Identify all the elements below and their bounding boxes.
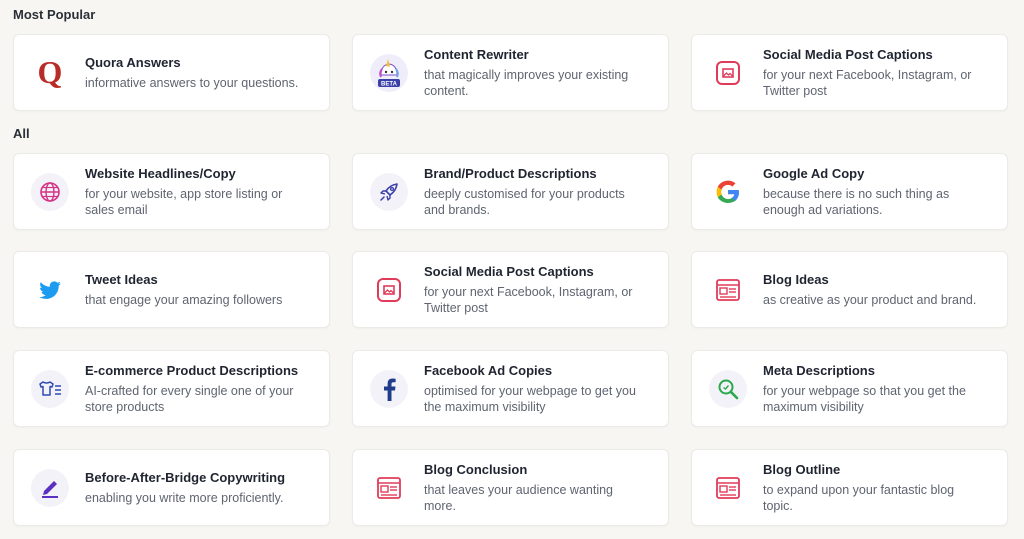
- card-description: for your next Facebook, Instagram, or Tw…: [424, 284, 633, 315]
- card-meta-descriptions[interactable]: Meta Descriptions for your webpage so th…: [691, 350, 1008, 427]
- newspaper-icon: [370, 469, 408, 507]
- card-title: Content Rewriter: [424, 46, 529, 62]
- card-description: for your next Facebook, Instagram, or Tw…: [763, 67, 972, 98]
- card-facebook-ad-copies[interactable]: Facebook Ad Copies optimised for your we…: [352, 350, 669, 427]
- image-frame-icon: [370, 271, 408, 309]
- card-title: Blog Ideas: [763, 271, 829, 287]
- card-description: that magically improves your existing co…: [424, 67, 629, 98]
- card-title: Website Headlines/Copy: [85, 165, 236, 181]
- card-description: that leaves your audience wanting more.: [424, 482, 614, 513]
- card-title: E-commerce Product Descriptions: [85, 362, 299, 378]
- beta-badge: BETA: [381, 81, 398, 87]
- card-content-rewriter[interactable]: BETA Content Rewriter that magically imp…: [352, 34, 669, 111]
- card-title: Google Ad Copy: [763, 165, 865, 181]
- card-description: to expand upon your fantastic blog topic…: [763, 482, 955, 513]
- section-title-all: All: [13, 126, 30, 141]
- card-title: Facebook Ad Copies: [424, 362, 553, 378]
- quora-q-icon: Q: [31, 54, 69, 92]
- facebook-f-icon: [370, 369, 408, 408]
- globe-icon: [31, 172, 69, 211]
- card-title: Social Media Post Captions: [424, 263, 594, 279]
- newspaper-icon: [709, 469, 747, 507]
- newspaper-icon: [709, 271, 747, 309]
- card-title: Before-After-Bridge Copywriting: [85, 469, 286, 485]
- card-tweet-ideas[interactable]: Tweet Ideas that engage your amazing fol…: [13, 251, 330, 328]
- card-brand-product-descriptions[interactable]: Brand/Product Descriptions deeply custom…: [352, 153, 669, 230]
- card-title: Brand/Product Descriptions: [424, 165, 597, 181]
- section-title-most-popular: Most Popular: [13, 7, 96, 22]
- card-google-ad-copy[interactable]: Google Ad Copy because there is no such …: [691, 153, 1008, 230]
- card-description: informative answers to your questions.: [85, 75, 299, 90]
- card-social-media-post-captions-2[interactable]: Social Media Post Captions for your next…: [352, 251, 669, 328]
- card-description: AI-crafted for every single one of your …: [85, 383, 294, 414]
- card-title: Quora Answers: [85, 54, 181, 70]
- card-blog-conclusion[interactable]: Blog Conclusion that leaves your audienc…: [352, 449, 669, 526]
- card-description: for your webpage so that you get the max…: [763, 383, 966, 414]
- card-blog-ideas[interactable]: Blog Ideas as creative as your product a…: [691, 251, 1008, 328]
- card-description: deeply customised for your products and …: [424, 186, 625, 217]
- svg-text:Q: Q: [38, 56, 63, 90]
- card-description: because there is no such thing as enough…: [763, 186, 950, 217]
- card-blog-outline[interactable]: Blog Outline to expand upon your fantast…: [691, 449, 1008, 526]
- pen-underline-icon: [31, 468, 69, 507]
- magnifier-icon: [709, 369, 747, 408]
- card-description: for your website, app store listing or s…: [85, 186, 283, 217]
- card-title: Meta Descriptions: [763, 362, 875, 378]
- card-title: Blog Outline: [763, 461, 841, 477]
- card-description: optimised for your webpage to get you th…: [424, 383, 636, 414]
- card-before-after-bridge[interactable]: Before-After-Bridge Copywriting enabling…: [13, 449, 330, 526]
- image-frame-icon: [709, 54, 747, 92]
- rocket-icon: [370, 172, 408, 211]
- card-title: Social Media Post Captions: [763, 46, 933, 62]
- card-title: Blog Conclusion: [424, 461, 528, 477]
- card-description: that engage your amazing followers: [85, 292, 283, 307]
- card-quora-answers[interactable]: Q Quora Answers informative answers to y…: [13, 34, 330, 111]
- google-g-icon: [709, 173, 747, 211]
- card-ecommerce-product-descriptions[interactable]: E-commerce Product Descriptions AI-craft…: [13, 350, 330, 427]
- card-description: as creative as your product and brand.: [763, 292, 977, 307]
- unicorn-beta-icon: BETA: [370, 53, 408, 92]
- card-title: Tweet Ideas: [85, 271, 158, 287]
- tshirt-list-icon: [31, 369, 69, 408]
- card-description: enabling you write more proficiently.: [85, 490, 284, 505]
- card-social-media-post-captions[interactable]: Social Media Post Captions for your next…: [691, 34, 1008, 111]
- card-website-headlines[interactable]: Website Headlines/Copy for your website,…: [13, 153, 330, 230]
- twitter-bird-icon: [31, 271, 69, 309]
